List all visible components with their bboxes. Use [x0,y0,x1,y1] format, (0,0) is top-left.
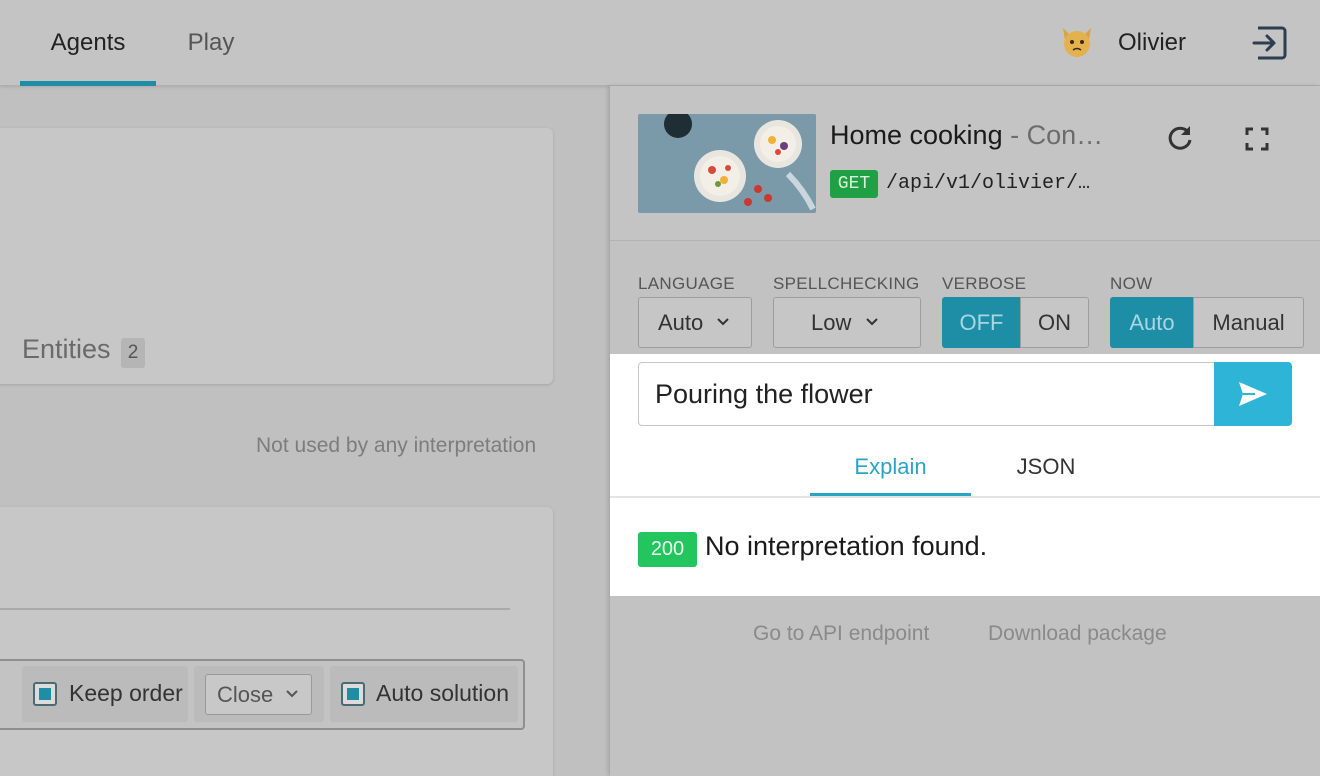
tab-explain[interactable]: Explain [810,440,971,496]
agent-title: Home cooking - Con… [830,120,1103,151]
tab-agents[interactable]: Agents [20,0,156,86]
keep-order-label: Keep order [69,680,183,706]
send-icon [1239,382,1267,406]
close-select-value: Close [217,682,274,707]
close-select[interactable]: Close [205,674,312,715]
download-package-link[interactable]: Download package [988,622,1167,646]
endpoint-path[interactable]: /api/v1/olivier/… [886,170,1090,198]
agent-thumbnail [638,114,816,213]
entities-label[interactable]: Entities [22,334,111,365]
fullscreen-icon[interactable] [1244,126,1270,152]
spellchecking-select[interactable]: Low [773,297,921,348]
tabs-divider [610,496,1320,498]
now-manual-toggle[interactable]: Manual [1193,297,1304,348]
verbose-on-toggle[interactable]: ON [1020,297,1089,348]
tab-agents-label: Agents [50,29,126,56]
now-auto-toggle[interactable]: Auto [1110,297,1194,348]
spellchecking-value: Low [811,310,852,335]
user-name[interactable]: Olivier [1118,0,1186,86]
top-navbar: Agents Play Olivier [0,0,1320,86]
active-tab-indicator [20,81,156,86]
chevron-down-icon [286,690,298,698]
keep-order-checkbox[interactable] [33,682,57,706]
language-value: Auto [658,310,704,335]
verbose-label: VERBOSE [942,274,1027,293]
verbose-off-toggle[interactable]: OFF [942,297,1021,348]
options-card [0,507,553,776]
spellchecking-label: SPELLCHECKING [773,274,920,293]
api-endpoint-link[interactable]: Go to API endpoint [753,622,929,646]
auto-solution-checkbox[interactable] [341,682,365,706]
auto-solution-label: Auto solution [376,680,509,706]
chevron-down-icon [717,318,729,326]
status-code-badge: 200 [638,532,697,567]
agent-title-subtitle: - Con… [1002,120,1104,150]
now-label: NOW [1110,274,1153,293]
not-used-text: Not used by any interpretation [256,434,537,457]
language-select[interactable]: Auto [638,297,752,348]
http-method-badge: GET [830,170,878,198]
card-divider [0,608,510,610]
cat-face-icon[interactable] [1059,24,1095,60]
refresh-icon[interactable] [1166,124,1194,152]
chevron-down-icon [866,318,878,326]
tab-play[interactable]: Play [166,0,256,86]
entities-count-badge: 2 [121,338,145,368]
agent-title-name: Home cooking [830,120,1003,150]
result-message: No interpretation found. [705,531,988,561]
tab-play-label: Play [187,29,235,56]
send-button[interactable] [1214,362,1292,426]
tab-json[interactable]: JSON [971,440,1121,496]
logout-icon[interactable] [1250,24,1290,62]
query-input[interactable] [638,362,1216,426]
language-label: LANGUAGE [638,274,735,293]
